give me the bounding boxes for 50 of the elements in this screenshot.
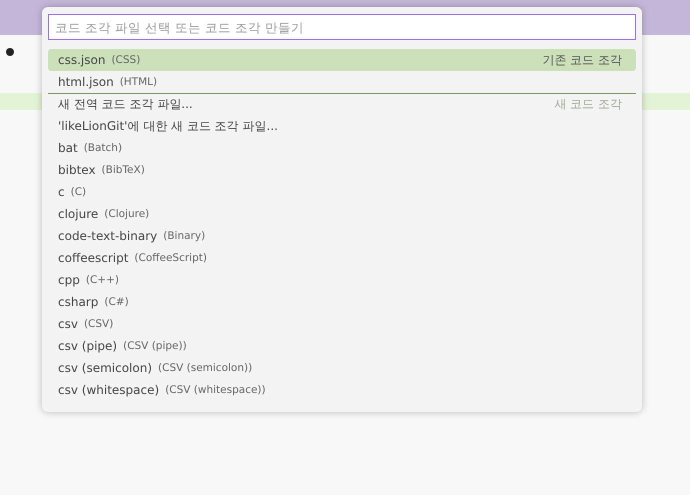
list-item[interactable]: csv (semicolon) (CSV (semicolon)): [48, 357, 636, 379]
bullet-icon: [6, 48, 14, 56]
item-description: (CSV (semicolon)): [158, 362, 252, 374]
item-label: 'likeLionGit'에 대한 새 코드 조각 파일...: [58, 118, 278, 134]
item-label: csv (whitespace): [58, 383, 160, 397]
item-description: (Binary): [163, 230, 206, 242]
list-item[interactable]: html.json (HTML): [48, 71, 636, 93]
list-item[interactable]: csv (CSV): [48, 313, 636, 335]
item-label: bibtex: [58, 163, 96, 177]
item-label: coffeescript: [58, 251, 128, 265]
list-item[interactable]: c (C): [48, 181, 636, 203]
list-item[interactable]: clojure (Clojure): [48, 203, 636, 225]
group-label: 새 코드 조각: [554, 96, 622, 113]
item-description: (Clojure): [104, 208, 150, 220]
item-description: (C): [70, 186, 86, 198]
list-item[interactable]: coffeescript (CoffeeScript): [48, 247, 636, 269]
list-item[interactable]: csv (pipe) (CSV (pipe)): [48, 335, 636, 357]
list-item[interactable]: code-text-binary (Binary): [48, 225, 636, 247]
item-label: csharp: [58, 295, 98, 309]
item-label: css.json: [58, 53, 106, 67]
item-label: html.json: [58, 75, 114, 89]
item-label: csv (pipe): [58, 339, 118, 353]
item-label: 새 전역 코드 조각 파일...: [58, 96, 193, 113]
item-label: csv (semicolon): [58, 361, 152, 375]
list-item[interactable]: 'likeLionGit'에 대한 새 코드 조각 파일...: [48, 115, 636, 137]
item-description: (BibTeX): [102, 164, 145, 176]
list-item[interactable]: 새 전역 코드 조각 파일... 새 코드 조각: [48, 93, 636, 115]
item-label: csv: [58, 317, 78, 331]
list-item[interactable]: csv (whitespace) (CSV (whitespace)): [48, 379, 636, 401]
item-description: (CSV): [84, 318, 114, 330]
search-field[interactable]: 코드 조각 파일 선택 또는 코드 조각 만들기: [48, 14, 636, 40]
list-item[interactable]: css.json (CSS) 기존 코드 조각: [48, 49, 636, 71]
item-label: clojure: [58, 207, 98, 221]
item-description: (HTML): [120, 76, 158, 88]
item-description: (C++): [86, 274, 119, 286]
item-label: bat: [58, 141, 78, 155]
list-item[interactable]: csharp (C#): [48, 291, 636, 313]
item-label: cpp: [58, 273, 80, 287]
item-description: (CSV (whitespace)): [165, 384, 266, 396]
list-item[interactable]: bibtex (BibTeX): [48, 159, 636, 181]
list-item[interactable]: cpp (C++): [48, 269, 636, 291]
item-description: (CSS): [111, 54, 140, 66]
item-description: (CoffeeScript): [134, 252, 207, 264]
group-label: 기존 코드 조각: [542, 52, 622, 68]
item-label: code-text-binary: [58, 229, 158, 243]
item-description: (Batch): [84, 142, 122, 154]
item-description: (CSV (pipe)): [123, 340, 187, 352]
item-label: c: [58, 185, 65, 199]
item-description: (C#): [104, 296, 129, 308]
list-item[interactable]: bat (Batch): [48, 137, 636, 159]
